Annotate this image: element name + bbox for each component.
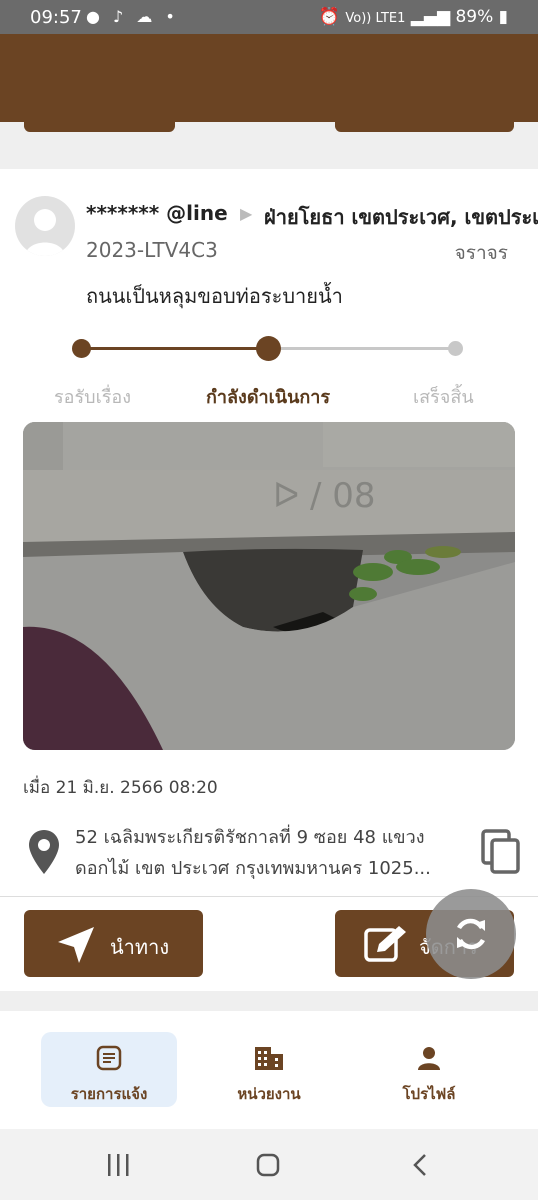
location-pin-icon [28,828,60,880]
address-line-1: 52 เฉลิมพระเกียรติรัชกาลที่ 9 ซอย 48 แขว… [75,827,425,848]
report-address: 52 เฉลิมพระเกียรติรัชกาลที่ 9 ซอย 48 แขว… [75,822,465,884]
system-nav-bar [0,1129,538,1200]
header-tab-left[interactable] [24,122,175,132]
reporter-name: ******* @line [86,201,228,225]
avatar [15,196,75,256]
nav-label-agencies: หน่วยงาน [237,1085,301,1103]
nav-item-agencies[interactable]: หน่วยงาน [201,1032,337,1107]
address-line-2: ดอกไม้ เขต ประเวศ กรุงเทพมหานคร 1025... [75,858,431,879]
nav-item-profile[interactable]: โปรไฟล์ [361,1032,497,1107]
category-label: จราจร [454,242,508,264]
photo-inscription: ᐅ / 08 [273,476,375,516]
refresh-icon [457,918,485,950]
report-date: เมื่อ 21 มิ.ย. 2566 08:20 [23,778,218,798]
refresh-button[interactable] [426,889,516,979]
report-description: ถนนเป็นหลุมขอบท่อระบายน้ำ [86,284,343,308]
report-photo[interactable]: ᐅ / 08 [23,422,515,750]
battery-level: 89% [455,7,494,27]
signal-icon: ▂▄▆ [410,7,451,27]
battery-icon: ▮ [498,7,508,27]
progress-line-done [82,347,268,350]
person-icon [418,1047,440,1070]
department-name: ฝ่ายโยธา เขตประเวศ, เขตประเวศ [264,205,538,229]
ticket-id: 2023-LTV4C3 [86,238,218,262]
step-dot-3 [448,341,463,356]
step-label-in-progress: กำลังดำเนินการ [206,387,331,408]
edit-icon [364,926,406,962]
step-label-done: เสร็จสิ้น [413,387,474,408]
pothole-photo-image: ᐅ / 08 [23,422,515,750]
step-dot-2 [256,336,281,361]
back-icon[interactable] [410,1153,430,1177]
nav-label-profile: โปรไฟล์ [402,1085,456,1103]
app-header [0,34,538,122]
progress-line-pending [268,347,456,350]
person-placeholder-icon [25,209,65,256]
step-label-received: รอรับเรื่อง [54,387,131,408]
wifi-icon: Vo)) LTE1 [345,11,406,26]
status-right: ⏰ Vo)) LTE1 ▂▄▆ 89% ▮ [319,7,508,27]
alarm-icon: ⏰ [318,7,340,27]
arrow-right-icon: ▶ [240,204,253,223]
nav-item-reports[interactable]: รายการแจ้ง [41,1032,177,1107]
building-icon [255,1047,283,1070]
header-tab-right[interactable] [335,122,514,132]
status-time: 09:57 [30,7,82,28]
recent-apps-icon[interactable] [106,1153,130,1177]
status-bar: 09:57 ● ♪ ☁ • ⏰ Vo)) LTE1 ▂▄▆ 89% ▮ [0,0,538,34]
nav-label-reports: รายการแจ้ง [70,1085,148,1103]
notification-icons: ● ♪ ☁ • [86,7,179,26]
navigation-arrow-icon [58,927,94,963]
navigate-button[interactable]: นำทาง [24,910,203,977]
home-icon[interactable] [256,1153,280,1177]
step-dot-1 [72,339,91,358]
navigate-button-label: นำทาง [110,935,170,959]
copy-icon[interactable] [480,828,522,880]
list-icon [96,1045,122,1071]
